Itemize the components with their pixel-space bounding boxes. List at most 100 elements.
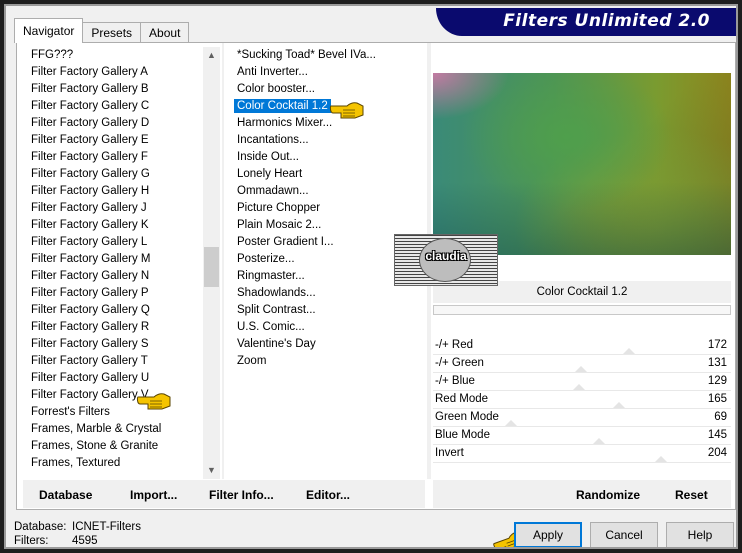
category-scrollbar[interactable]: ▲ ▼ [203,47,220,479]
logo-text: claudia [425,249,467,263]
category-item[interactable]: Filter Factory Gallery R [23,319,217,336]
category-item[interactable]: Filter Factory Gallery S [23,336,217,353]
filter-item[interactable]: Harmonics Mixer... [227,115,427,132]
tab-bar: Navigator Presets About [14,18,190,43]
randomize-button[interactable]: Randomize [576,488,640,502]
category-item[interactable]: Filter Factory Gallery H [23,183,217,200]
param-label: -/+ Blue [435,375,475,387]
category-item[interactable]: Filter Factory Gallery G [23,166,217,183]
category-item[interactable]: Filter Factory Gallery A [23,64,217,81]
filter-progress-bar [433,305,731,315]
scroll-up-arrow-icon[interactable]: ▲ [203,47,220,64]
scroll-down-arrow-icon[interactable]: ▼ [203,462,220,479]
filter-item[interactable]: Split Contrast... [227,302,427,319]
reset-button[interactable]: Reset [675,488,708,502]
tab-navigator[interactable]: Navigator [14,18,84,43]
database-status-label: Database: [14,521,67,533]
category-item-selected[interactable]: Filter Factory Gallery V [23,387,217,404]
scrollbar-thumb[interactable] [204,247,219,287]
filters-unlimited-window: Filters Unlimited 2.0 Navigator Presets … [0,0,742,553]
tab-about[interactable]: About [140,22,190,43]
slider-thumb-icon[interactable] [573,384,585,390]
param-label: -/+ Red [435,339,474,351]
filter-item[interactable]: Picture Chopper [227,200,427,217]
slider-thumb-icon[interactable] [623,348,635,354]
category-list[interactable]: FFG??? Filter Factory Gallery A Filter F… [23,47,217,477]
category-item[interactable]: Filter Factory Gallery D [23,115,217,132]
filter-item[interactable]: Valentine's Day [227,336,427,353]
category-item[interactable]: Filter Factory Gallery T [23,353,217,370]
filter-item[interactable]: *Sucking Toad* Bevel IVa... [227,47,427,64]
param-value: 172 [707,339,727,351]
slider-thumb-icon[interactable] [575,366,587,372]
help-button[interactable]: Help [666,522,734,548]
param-value: 204 [707,447,727,459]
param-value: 129 [707,375,727,387]
param-label: Invert [435,447,464,459]
param-label: -/+ Green [435,357,484,369]
tab-presets[interactable]: Presets [82,22,142,43]
apply-button[interactable]: Apply [514,522,582,548]
category-item[interactable]: Filter Factory Gallery F [23,149,217,166]
claudia-watermark-logo: claudia [394,234,498,286]
category-item[interactable]: Filter Factory Gallery B [23,81,217,98]
slider-thumb-icon[interactable] [593,438,605,444]
filters-count-value: 4595 [72,535,98,547]
preview-button-bar: Randomize Reset [433,480,731,508]
filter-item[interactable]: U.S. Comic... [227,319,427,336]
category-item[interactable]: Filter Factory Gallery E [23,132,217,149]
category-item[interactable]: Filter Factory Gallery J [23,200,217,217]
category-item[interactable]: Frames, Marble & Crystal [23,421,217,438]
param-value: 165 [707,393,727,405]
category-item[interactable]: FFG??? [23,47,217,64]
filter-preview-image [433,73,731,255]
category-item[interactable]: Filter Factory Gallery Q [23,302,217,319]
filter-info-button[interactable]: Filter Info... [209,488,274,502]
category-item[interactable]: Filter Factory Gallery M [23,251,217,268]
navigator-panel: FFG??? Filter Factory Gallery A Filter F… [16,42,736,510]
param-value: 145 [707,429,727,441]
param-slider-invert[interactable]: Invert 204 [433,445,731,463]
filter-item[interactable]: Anti Inverter... [227,64,427,81]
slider-thumb-icon[interactable] [613,402,625,408]
filter-item[interactable]: Inside Out... [227,149,427,166]
import-button[interactable]: Import... [130,488,177,502]
param-slider-red[interactable]: -/+ Red 172 [433,337,731,355]
param-value: 131 [707,357,727,369]
filter-item[interactable]: Shadowlands... [227,285,427,302]
status-area: Database: ICNET-Filters Filters: 4595 [14,520,141,548]
category-item[interactable]: Frames, Textured [23,455,217,472]
title-banner: Filters Unlimited 2.0 [436,8,738,36]
slider-thumb-icon[interactable] [505,420,517,426]
filter-item[interactable]: Ommadawn... [227,183,427,200]
database-button[interactable]: Database [39,488,92,502]
app-title: Filters Unlimited 2.0 [503,11,710,31]
filters-count-label: Filters: [14,535,49,547]
category-item[interactable]: Filter Factory Gallery P [23,285,217,302]
param-slider-green[interactable]: -/+ Green 131 [433,355,731,373]
filter-item[interactable]: Lonely Heart [227,166,427,183]
param-slider-red-mode[interactable]: Red Mode 165 [433,391,731,409]
category-item[interactable]: Frames, Stone & Granite [23,438,217,455]
category-item[interactable]: Filter Factory Gallery L [23,234,217,251]
param-slider-green-mode[interactable]: Green Mode 69 [433,409,731,427]
database-status-value: ICNET-Filters [72,521,141,533]
cancel-button[interactable]: Cancel [590,522,658,548]
filter-item[interactable]: Color booster... [227,81,427,98]
param-slider-blue-mode[interactable]: Blue Mode 145 [433,427,731,445]
filter-item[interactable]: Zoom [227,353,427,370]
filter-item[interactable]: Incantations... [227,132,427,149]
editor-button[interactable]: Editor... [306,488,350,502]
param-label: Blue Mode [435,429,490,441]
param-slider-blue[interactable]: -/+ Blue 129 [433,373,731,391]
category-item[interactable]: Filter Factory Gallery K [23,217,217,234]
slider-thumb-icon[interactable] [655,456,667,462]
category-item[interactable]: Forrest's Filters [23,404,217,421]
category-item[interactable]: Filter Factory Gallery C [23,98,217,115]
category-item[interactable]: Filter Factory Gallery U [23,370,217,387]
category-item[interactable]: Filter Factory Gallery N [23,268,217,285]
filter-item-selected[interactable]: Color Cocktail 1.2 [227,98,427,115]
pointing-hand-icon [136,393,171,410]
filter-item[interactable]: Plain Mosaic 2... [227,217,427,234]
divider [222,43,224,479]
